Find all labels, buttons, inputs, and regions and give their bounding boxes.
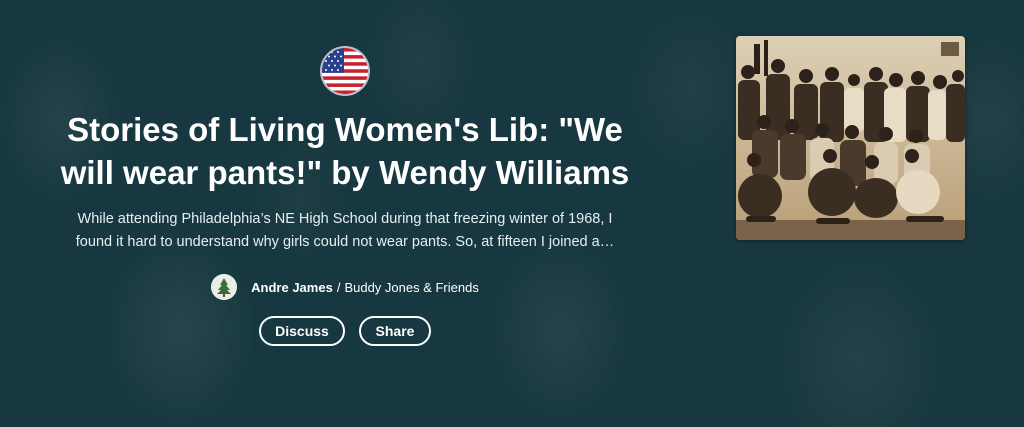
- story-description: While attending Philadelphia’s NE High S…: [75, 211, 615, 250]
- story-actions: Discuss Share: [60, 316, 630, 346]
- discuss-button[interactable]: Discuss: [259, 316, 345, 346]
- story-title[interactable]: Stories of Living Women's Lib: "We will …: [60, 108, 630, 194]
- story-photo[interactable]: [736, 36, 965, 240]
- story-hero: Stories of Living Women's Lib: "We will …: [0, 0, 1024, 427]
- share-button[interactable]: Share: [359, 316, 431, 346]
- group-link[interactable]: Buddy Jones & Friends: [344, 280, 478, 295]
- tree-avatar-icon[interactable]: [211, 274, 238, 300]
- story-content: Stories of Living Women's Lib: "We will …: [60, 48, 630, 346]
- byline-separator: /: [336, 279, 341, 295]
- author-link[interactable]: Andre James: [251, 280, 333, 295]
- us-flag-icon: [322, 48, 368, 94]
- byline: Andre James / Buddy Jones & Friends: [60, 274, 630, 300]
